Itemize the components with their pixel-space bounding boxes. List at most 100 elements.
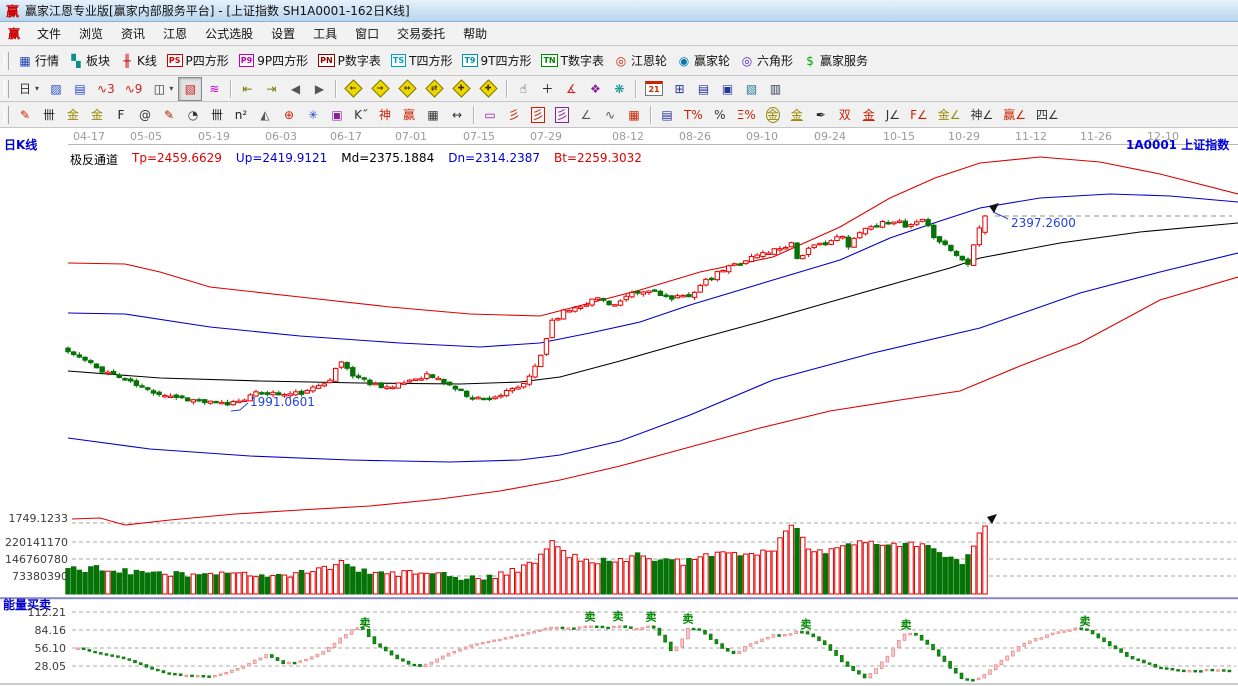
toolbar-button-first-bar[interactable]: ⇤ — [235, 77, 259, 101]
toolbar-button-period-day-dropdown[interactable]: 日▾ — [13, 77, 44, 101]
toolbar-button-next-bar[interactable]: ▶ — [307, 77, 331, 101]
toolbar-button-gann-grid-tool[interactable]: ❖ — [583, 77, 607, 101]
toolbar-button-save[interactable]: ▣ — [716, 77, 740, 101]
toolbar-button-t-number-table[interactable]: TNT数字表 — [536, 49, 609, 73]
toolbar-button-comb-lines[interactable]: 卌 — [37, 103, 61, 127]
toolbar-button-multi-percent[interactable]: Ξ% — [732, 103, 761, 127]
toolbar-button-angle-line[interactable]: ∠ — [574, 103, 598, 127]
toolbar-separator — [506, 80, 507, 98]
toolbar-button-f-angle[interactable]: F∠ — [905, 103, 933, 127]
toolbar-button-percent[interactable]: % — [708, 103, 732, 127]
menu-item-7[interactable]: 工具 — [304, 23, 346, 44]
toolbar-button-crosshair-tool[interactable]: ＋ — [535, 77, 559, 101]
toolbar-button-winner-service[interactable]: $赢家服务 — [798, 49, 873, 73]
toolbar-button-gold-lines[interactable]: 金 — [785, 103, 809, 127]
toolbar-button-info-panel[interactable]: ▤ — [68, 77, 92, 101]
toolbar-button-si-angle[interactable]: 四∠ — [1031, 103, 1064, 127]
toolbar-button-n-squared[interactable]: n² — [229, 103, 253, 127]
toolbar-button-shen-comb[interactable]: 神 — [373, 103, 397, 127]
menu-item-4[interactable]: 江恩 — [154, 23, 196, 44]
toolbar-button-fan-box-2[interactable]: 彡 — [550, 103, 574, 127]
toolbar-button-last-bar[interactable]: ⇥ — [259, 77, 283, 101]
toolbar-button-angle-mirror[interactable]: ◭ — [253, 103, 277, 127]
toolbar-button-gold-circle[interactable]: 金 — [761, 103, 785, 127]
toolbar-button-hand-tool[interactable]: ☝ — [511, 77, 535, 101]
menu-item-9[interactable]: 交易委托 — [388, 23, 454, 44]
toolbar-button-j-angle[interactable]: J∠ — [881, 103, 905, 127]
toolbar-button-wave-9[interactable]: ∿9 — [120, 77, 148, 101]
toolbar-button-grid-target[interactable]: ▣ — [325, 103, 349, 127]
toolbar-button-f-comb[interactable]: F — [109, 103, 133, 127]
toolbar-button-zigzag[interactable]: ∿ — [598, 103, 622, 127]
toolbar-button-winner-wheel[interactable]: ◉赢家轮 — [672, 49, 735, 73]
toolbar-button-grid-123[interactable]: ▦ — [421, 103, 445, 127]
menu-item-10[interactable]: 帮助 — [454, 23, 496, 44]
toolbar-button-p-number-table[interactable]: PNP数字表 — [313, 49, 386, 73]
energy-bar — [117, 656, 120, 658]
toolbar-button-win-comb[interactable]: 赢 — [397, 103, 421, 127]
toolbar-button-zoom-left[interactable]: ← — [340, 77, 367, 101]
chart-area[interactable]: 卖卖卖卖卖卖卖卖 04-1705-0505-1906-0306-1707-010… — [0, 128, 1238, 686]
toolbar-button-flag-pen[interactable]: ✒ — [809, 103, 833, 127]
toolbar-button-highlight-pattern[interactable]: ▧ — [178, 77, 202, 101]
toolbar-button-red-grid[interactable]: ▦ — [622, 103, 646, 127]
toolbar-button-measure-pen[interactable]: ✎ — [157, 103, 181, 127]
toolbar-button-spiral-tool[interactable]: @ — [133, 103, 157, 127]
menu-item-1[interactable]: 文件 — [28, 23, 70, 44]
toolbar-button-circle-crosshair[interactable]: ⊕ — [277, 103, 301, 127]
menu-item-5[interactable]: 公式选股 — [196, 23, 262, 44]
toolbar-button-quotes[interactable]: ▦行情 — [13, 49, 64, 73]
toolbar-button-shen-angle[interactable]: 神∠ — [966, 103, 999, 127]
toolbar-button-9p-square[interactable]: P99P四方形 — [234, 49, 313, 73]
toolbar-button-zoom-expand[interactable]: ↔ — [394, 77, 421, 101]
toolbar-button-candle-style-dropdown[interactable]: ◫▾ — [147, 77, 178, 101]
energy-bar — [641, 628, 644, 630]
menu-item-6[interactable]: 设置 — [262, 23, 304, 44]
menu-item-3[interactable]: 资讯 — [112, 23, 154, 44]
toolbar-button-9t-square[interactable]: T99T四方形 — [457, 49, 536, 73]
toolbar-button-zoom-compress[interactable]: ⇄ — [421, 77, 448, 101]
toolbar-button-notes[interactable]: ▤ — [692, 77, 716, 101]
toolbar-button-gold-under[interactable]: 金 — [857, 103, 881, 127]
toolbar-button-chart-pattern[interactable]: ▨ — [44, 77, 68, 101]
toolbar-button-sectors[interactable]: ▚板块 — [64, 49, 115, 73]
toolbar-button-draw-pen[interactable]: ✎ — [13, 103, 37, 127]
toolbar-button-gann-wheel[interactable]: ◎江恩轮 — [609, 49, 672, 73]
toolbar-button-box-select[interactable]: ▭ — [478, 103, 502, 127]
toolbar-button-export-image[interactable]: ▧ — [740, 77, 764, 101]
menu-item-2[interactable]: 浏览 — [70, 23, 112, 44]
toolbar-button-calendar[interactable]: 21 — [640, 77, 667, 101]
toolbar-button-t-square[interactable]: TST四方形 — [386, 49, 458, 73]
toolbar-button-starburst[interactable]: ✳ — [301, 103, 325, 127]
toolbar-button-zoom-right[interactable]: → — [367, 77, 394, 101]
toolbar-button-wave-3[interactable]: ∿3 — [92, 77, 120, 101]
toolbar-button-k-mark[interactable]: K˝ — [349, 103, 373, 127]
toolbar-button-print[interactable]: ▥ — [764, 77, 788, 101]
kline-chart-canvas[interactable]: 卖卖卖卖卖卖卖卖 — [0, 128, 1238, 686]
volume-bar — [858, 541, 862, 594]
toolbar-button-p-square[interactable]: PSP四方形 — [162, 49, 234, 73]
toolbar-button-comb-lines-2[interactable]: 卌 — [205, 103, 229, 127]
candle-body — [504, 390, 508, 395]
toolbar-button-stats-table[interactable]: ▤ — [655, 103, 679, 127]
toolbar-button-gold-angle[interactable]: 金∠ — [933, 103, 966, 127]
toolbar-button-zoom-out-all[interactable]: ✚ — [448, 77, 475, 101]
toolbar-button-double-wave[interactable]: 双 — [833, 103, 857, 127]
toolbar-button-analysis-tool[interactable]: ❋ — [607, 77, 631, 101]
toolbar-button-t-percent[interactable]: T% — [679, 103, 708, 127]
toolbar-button-color-histogram[interactable]: ≋ — [202, 77, 226, 101]
toolbar-button-kline[interactable]: ╫K线 — [115, 49, 162, 73]
toolbar-button-gold-comb-1[interactable]: 金 — [61, 103, 85, 127]
toolbar-button-time-circle[interactable]: ◔ — [181, 103, 205, 127]
toolbar-button-calculator[interactable]: ⊞ — [668, 77, 692, 101]
toolbar-button-win-angle[interactable]: 赢∠ — [998, 103, 1031, 127]
toolbar-button-hexagon[interactable]: ◎六角形 — [735, 49, 798, 73]
toolbar-button-zoom-in-all[interactable]: ✚ — [475, 77, 502, 101]
toolbar-button-width-arrows[interactable]: ↔ — [445, 103, 469, 127]
toolbar-button-gold-comb-2[interactable]: 金 — [85, 103, 109, 127]
menu-item-8[interactable]: 窗口 — [346, 23, 388, 44]
toolbar-button-fan-box[interactable]: 彡 — [526, 103, 550, 127]
toolbar-button-fan-lines[interactable]: 彡 — [502, 103, 526, 127]
toolbar-button-prev-bar[interactable]: ◀ — [283, 77, 307, 101]
toolbar-button-angle-measure[interactable]: ∡ — [559, 77, 583, 101]
